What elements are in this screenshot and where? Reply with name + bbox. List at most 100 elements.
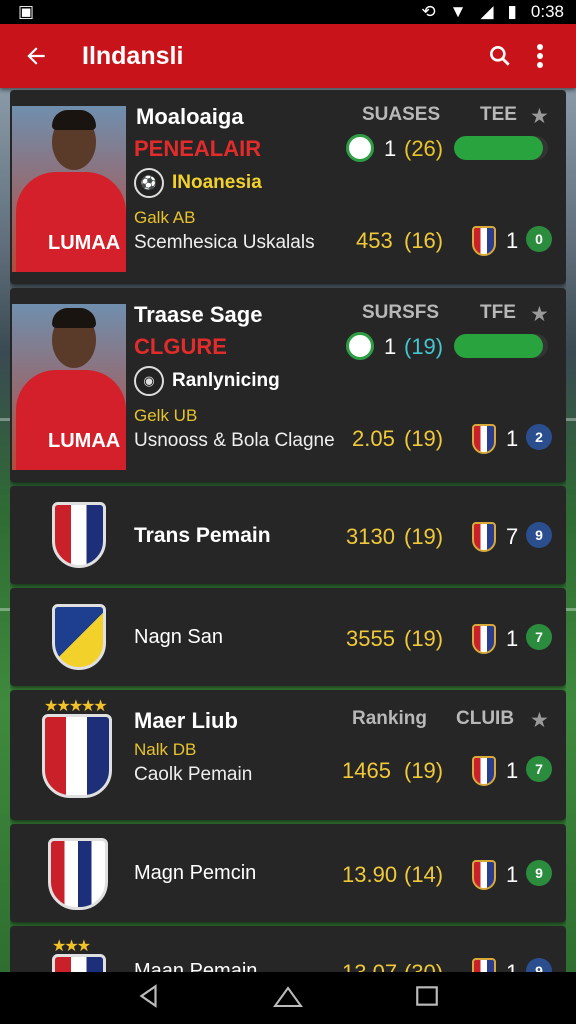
rank-sub: (26) (404, 136, 444, 161)
player-name: Traase Sage (134, 302, 263, 327)
score-sub: (19) (404, 524, 444, 549)
back-arrow-icon[interactable] (16, 36, 56, 76)
club-name: Maer Liub (134, 708, 238, 733)
column-header: TEE (480, 104, 517, 125)
club-crest-icon (42, 714, 112, 798)
clock: 0:38 (530, 2, 564, 21)
ball-icon (346, 332, 374, 360)
club-name: Maan Pemain (134, 960, 258, 972)
page-title: Ilndansli (82, 41, 184, 70)
column-header: SURSFS (362, 302, 440, 323)
country-flag-icon: ◉ (134, 366, 164, 396)
score-value: 2.05 (352, 426, 395, 451)
more-options-icon[interactable] (520, 36, 560, 76)
score-value: 453 (356, 228, 393, 253)
favorite-star-icon[interactable]: ★ (530, 302, 549, 327)
signal-icon: ◢ (480, 2, 494, 21)
score-sub: (19) (404, 758, 444, 783)
player-card[interactable]: LUMAA Moaloaiga PENEALAIR ⚽ INoanesia Ga… (10, 90, 566, 284)
status-pill: 7 (526, 756, 552, 782)
status-pill: 9 (526, 958, 552, 972)
club-card[interactable]: ★★★★★ Maer Liub Nalk DB Caolk Pemain Ran… (10, 690, 566, 820)
score-value: 13.07 (342, 960, 397, 972)
score-sub: (30) (404, 960, 443, 972)
club-crest-icon (52, 502, 106, 568)
rank-value: 1 (384, 334, 397, 359)
club-card[interactable]: ★★★ Maan Pemain 13.07 (30) 1 9 (10, 926, 566, 972)
progress-bar (454, 334, 548, 358)
rating-stars-icon: ★★★★★ (44, 698, 108, 715)
status-pill: 7 (526, 624, 552, 650)
country-row: ◉ Ranlynicing (134, 366, 280, 396)
favorite-star-icon[interactable]: ★ (530, 104, 549, 129)
score-sub: (19) (404, 626, 444, 651)
battery-icon: ▮ (507, 2, 517, 21)
club-card[interactable]: Trans Pemain 3130 (19) 7 9 (10, 486, 566, 584)
gallery-icon: ▣ (18, 2, 35, 21)
status-pill: 9 (526, 522, 552, 548)
progress-fill (454, 136, 544, 160)
count-value: 1 (506, 626, 519, 651)
count-value: 1 (506, 862, 519, 887)
club-crest-icon (472, 624, 496, 654)
club-card[interactable]: Magn Pemcin 13.90 (14) 1 9 (10, 824, 566, 922)
score-value: 1465 (342, 758, 391, 783)
score-sub: (19) (404, 426, 444, 451)
column-header: CLUIB (456, 708, 515, 729)
status-pill: 2 (526, 424, 552, 450)
score-value: 13.90 (342, 862, 398, 887)
recents-nav-icon[interactable] (414, 983, 440, 1014)
club-crest-icon (472, 522, 496, 552)
club-full-name: Usnooss & Bola Clagne (134, 430, 335, 451)
status-bar: ▣ ⟲ ▼ ◢ ▮ 0:38 (0, 0, 576, 24)
count-value: 7 (506, 524, 519, 549)
home-nav-icon[interactable] (273, 984, 303, 1013)
player-photo: LUMAA (12, 304, 126, 470)
column-header: TFE (480, 302, 516, 323)
score-sub: (16) (404, 228, 444, 253)
rotate-icon: ⟲ (421, 2, 436, 21)
count-value: 1 (506, 960, 518, 972)
club-crest-icon (52, 954, 106, 972)
status-pill: 9 (526, 860, 552, 886)
status-pill: 0 (526, 226, 552, 252)
team-tag: CLGURE (134, 334, 227, 359)
player-photo: LUMAA (12, 106, 126, 272)
country-flag-icon: ⚽ (134, 168, 164, 198)
search-icon[interactable] (480, 36, 520, 76)
rating-stars-icon: ★★★ (52, 938, 91, 955)
player-name: Moaloaiga (136, 104, 244, 129)
club-crest-icon (472, 860, 496, 890)
club-crest-icon (472, 958, 496, 972)
club-name: Nagn San (134, 626, 223, 648)
rank-sub: (19) (404, 334, 444, 359)
club-card[interactable]: Nagn San 3555 (19) 1 7 (10, 588, 566, 686)
app-bar: Ilndansli (0, 24, 576, 88)
club-short: Galk AB (134, 208, 196, 227)
score-value: 3130 (346, 524, 395, 549)
column-header: SUASES (362, 104, 441, 125)
country-name: INoanesia (172, 172, 262, 193)
ball-icon (346, 134, 374, 162)
progress-fill (454, 334, 544, 358)
club-crest-icon (48, 838, 108, 910)
club-name: Trans Pemain (134, 524, 271, 547)
favorite-star-icon[interactable]: ★ (530, 708, 549, 733)
count-value: 1 (506, 758, 519, 783)
club-crest-icon (472, 756, 496, 786)
score-value: 3555 (346, 626, 395, 651)
team-tag: PENEALAIR (134, 136, 262, 161)
player-card[interactable]: LUMAA Traase Sage CLGURE ◉ Ranlynicing G… (10, 288, 566, 482)
club-short: Nalk DB (134, 740, 197, 759)
system-nav-bar (0, 972, 576, 1024)
country-name: Ranlynicing (172, 370, 280, 391)
club-crest-icon (472, 226, 496, 256)
wifi-icon: ▼ (449, 2, 467, 21)
club-crest-icon (472, 424, 496, 454)
player-list[interactable]: LUMAA Moaloaiga PENEALAIR ⚽ INoanesia Ga… (10, 90, 566, 972)
count-value: 1 (506, 228, 519, 253)
club-name: Magn Pemcin (134, 862, 257, 884)
rank-value: 1 (384, 136, 397, 161)
country-row: ⚽ INoanesia (134, 168, 262, 198)
back-nav-icon[interactable] (136, 983, 162, 1014)
